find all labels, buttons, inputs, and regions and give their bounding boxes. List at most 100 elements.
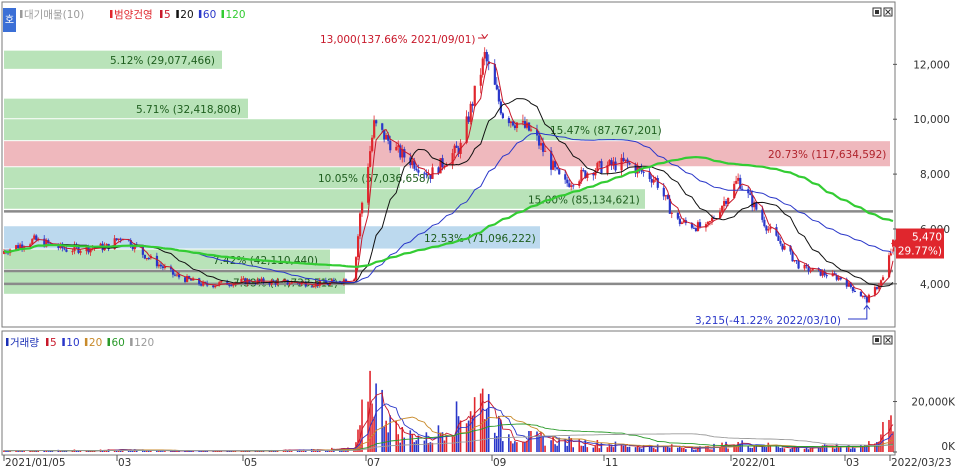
volume-legend: 거래량 5 10 20 60 120 bbox=[6, 337, 154, 349]
candle-body bbox=[497, 89, 500, 102]
candle-body bbox=[723, 201, 726, 206]
candle-body bbox=[791, 251, 794, 262]
volume-bar bbox=[493, 432, 496, 452]
price-band bbox=[4, 141, 890, 167]
volume-bar bbox=[31, 451, 33, 452]
candle-body bbox=[865, 296, 869, 303]
candle-body bbox=[230, 285, 233, 287]
candle-body bbox=[147, 258, 151, 260]
y-tick-label: 10,000 bbox=[913, 114, 950, 126]
volume-bar bbox=[761, 446, 764, 452]
candle-body bbox=[485, 52, 488, 62]
candle-body bbox=[777, 235, 780, 241]
candle-body bbox=[809, 270, 812, 272]
candle-body bbox=[692, 227, 696, 229]
legend-swatch bbox=[176, 10, 179, 18]
candle-body bbox=[15, 245, 18, 250]
volume-bar bbox=[502, 441, 504, 452]
last-price-value: 5,470 bbox=[912, 232, 942, 244]
volume-bar bbox=[638, 447, 641, 452]
volume-bar bbox=[767, 442, 770, 452]
candle-body bbox=[598, 161, 601, 163]
volume-bar bbox=[807, 449, 810, 452]
candle-body bbox=[228, 284, 231, 286]
volume-bar bbox=[389, 415, 391, 452]
candle-body bbox=[747, 189, 750, 194]
time-x-axis: 2021/01/05 03 05 07 09 11 2022/01 03 2022/03/23 bbox=[3, 455, 952, 469]
volume-bar bbox=[443, 440, 446, 452]
candle-body bbox=[143, 254, 146, 259]
volume-bar bbox=[783, 448, 786, 452]
legend-swatch bbox=[107, 338, 110, 346]
candle-body bbox=[381, 123, 384, 130]
price-band-label: 12.53% (71,096,222) bbox=[424, 233, 536, 245]
volume-bar bbox=[640, 448, 643, 452]
volume-bar bbox=[765, 447, 768, 452]
candle-body bbox=[614, 161, 617, 171]
volume-bar bbox=[566, 445, 568, 452]
x-tick-label: 11 bbox=[605, 457, 618, 469]
volume-bar bbox=[544, 445, 546, 452]
legend-label: 60 bbox=[112, 337, 125, 349]
high-arrow-icon bbox=[478, 33, 489, 40]
legend-swatch bbox=[62, 338, 65, 346]
volume-bar bbox=[711, 449, 713, 452]
volume-bar bbox=[608, 444, 611, 452]
candle-body bbox=[509, 121, 513, 124]
legend-swatch bbox=[6, 338, 9, 346]
candle-body bbox=[375, 120, 378, 124]
candle-body bbox=[837, 277, 840, 280]
legend-swatch bbox=[46, 338, 49, 346]
volume-bar bbox=[554, 444, 556, 452]
candle-body bbox=[793, 260, 796, 262]
volume-bar bbox=[681, 447, 683, 452]
volume-bar bbox=[423, 440, 426, 452]
price-band-label: 5.71% (32,418,808) bbox=[136, 104, 241, 116]
volume-bar bbox=[612, 447, 615, 452]
volume-bar bbox=[851, 446, 854, 452]
candle-body bbox=[879, 280, 883, 286]
candle-body bbox=[803, 264, 806, 269]
volume-bar bbox=[397, 434, 400, 452]
candle-body bbox=[240, 278, 243, 283]
volume-bar bbox=[695, 449, 697, 452]
candle-body bbox=[851, 287, 854, 291]
legend-label: 거래량 bbox=[10, 337, 39, 349]
chart-canvas: 5.12% (29,077,466) 5.71% (32,418,808) 15.4… bbox=[1, 1, 956, 469]
candle-body bbox=[859, 291, 863, 297]
volume-bar bbox=[200, 451, 202, 452]
volume-bar bbox=[586, 447, 589, 452]
price-band-label: 10.05% (57,036,658) bbox=[318, 173, 430, 185]
volume-bar bbox=[512, 443, 514, 452]
candle-body bbox=[628, 163, 631, 165]
legend-label: 대기매물(10) bbox=[24, 9, 84, 21]
candle-body bbox=[652, 179, 655, 183]
volume-ma-layer bbox=[3, 392, 894, 452]
volume-bar bbox=[61, 451, 64, 452]
candle-body bbox=[737, 177, 740, 181]
candle-body bbox=[79, 251, 82, 253]
x-tick-label: 2022/03/23 bbox=[891, 457, 952, 469]
candle-body bbox=[853, 290, 856, 292]
volume-bar bbox=[212, 451, 214, 452]
candle-body bbox=[708, 221, 712, 223]
candle-body bbox=[332, 279, 336, 282]
volume-bar bbox=[634, 447, 637, 452]
volume-bar bbox=[749, 447, 751, 452]
candle-body bbox=[312, 286, 315, 288]
volume-y-tick-label: 20,000K bbox=[911, 397, 956, 409]
volume-bar bbox=[656, 444, 659, 452]
x-tick-label: 2022/01 bbox=[732, 457, 776, 469]
candle-body bbox=[369, 151, 372, 167]
volume-bar bbox=[522, 442, 524, 452]
candle-body bbox=[847, 282, 850, 287]
price-band-layer bbox=[4, 50, 890, 294]
candle-body bbox=[556, 167, 559, 170]
candle-body bbox=[821, 271, 824, 276]
volume-ma-10-line bbox=[3, 403, 894, 452]
candle-body bbox=[570, 185, 573, 187]
candle-body bbox=[795, 260, 798, 262]
volume-bar bbox=[483, 419, 486, 452]
candle-body bbox=[469, 103, 472, 122]
volume-bar bbox=[510, 441, 512, 452]
